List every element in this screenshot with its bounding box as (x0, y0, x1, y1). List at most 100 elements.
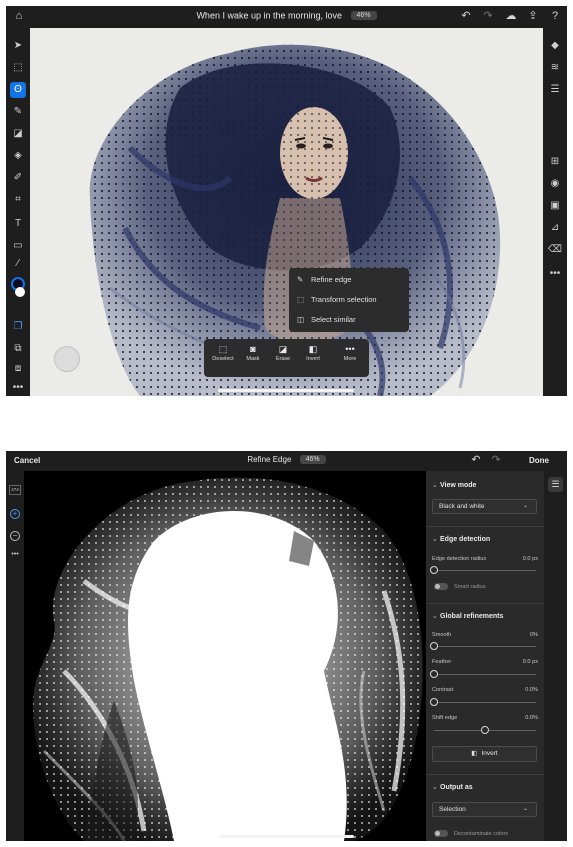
chevron-down-icon: ⌄ (432, 613, 438, 620)
refine-left-toolbar: 474 + − ••• (6, 471, 24, 841)
erase-icon: ◪ (278, 344, 288, 354)
edge-detection-header[interactable]: ⌄ Edge detection (432, 535, 490, 543)
smart-radius-toggle[interactable] (434, 583, 448, 590)
slider-knob[interactable] (481, 726, 489, 734)
touch-shortcut-button[interactable] (54, 346, 80, 372)
refine-edge-screen: Cancel Refine Edge 46% ↶ ↷ Done 474 + − … (6, 451, 567, 841)
clear-icon[interactable]: ⌫ (547, 242, 563, 258)
layers-select-icon[interactable]: ❐ (10, 319, 26, 335)
zoom-badge[interactable]: 46% (299, 455, 326, 465)
shift-edge-label: Shift edge (432, 715, 458, 721)
canvas[interactable]: ✎ Refine edge ⬚ Transform selection ◫ Selec… (30, 28, 543, 396)
refine-edge-title: Refine Edge (247, 455, 292, 464)
chevron-down-icon: ⌄ (522, 503, 528, 509)
right-toolbar: ◆ ≋ ☰ ⊞ ◉ ▣ ⊿ ⌫ ••• (543, 28, 567, 396)
help-icon[interactable]: ? (547, 10, 563, 24)
slider-knob[interactable] (430, 566, 438, 574)
refine-edge-preview[interactable] (24, 471, 426, 841)
context-item-refine-edge[interactable]: ✎ Refine edge (297, 273, 351, 287)
deselect-button[interactable]: ⬚ Deselect (208, 343, 238, 362)
redo-icon[interactable]: ↷ (488, 454, 504, 468)
mask-preview-black-and-white (24, 471, 426, 841)
contrast-label: Contrast (432, 687, 454, 693)
decontaminate-colors-toggle[interactable] (434, 830, 448, 837)
more-icon[interactable]: ••• (8, 551, 22, 558)
slider-knob[interactable] (430, 642, 438, 650)
done-button[interactable]: Done (529, 456, 549, 465)
mask-icon[interactable]: ▣ (547, 198, 563, 214)
invert-button[interactable]: ◧ Invert (298, 343, 328, 362)
contrast-value: 0.0% (525, 687, 538, 693)
type-icon[interactable]: T (10, 216, 26, 232)
context-item-transform-selection[interactable]: ⬚ Transform selection (297, 293, 377, 307)
chevron-down-icon: ⌄ (432, 784, 438, 791)
lasso-icon[interactable]: ʘ (10, 82, 26, 98)
output-as-header[interactable]: ⌄ Output as (432, 783, 473, 791)
share-icon[interactable]: ⇪ (525, 10, 541, 24)
refine-right-toolbar: ☰ (544, 471, 567, 841)
visibility-icon[interactable]: ◉ (547, 176, 563, 192)
slider-knob[interactable] (430, 670, 438, 678)
layer-properties-icon[interactable]: ≋ (547, 60, 563, 76)
more-icon[interactable]: ••• (10, 380, 26, 396)
mask-icon[interactable]: ⧉ (10, 341, 26, 357)
brush-icon[interactable]: ✎ (10, 104, 26, 120)
shift-edge-slider[interactable] (434, 726, 536, 734)
eyedropper-icon[interactable]: ⁄ (10, 256, 26, 272)
smooth-slider[interactable] (430, 642, 536, 650)
subtract-from-refine-icon[interactable]: − (10, 531, 20, 541)
more-icon[interactable]: ••• (547, 266, 563, 282)
stack-icon[interactable]: ⧈ (10, 361, 26, 377)
invert-icon: ◧ (471, 750, 478, 757)
home-indicator (220, 835, 354, 838)
context-item-select-similar[interactable]: ◫ Select similar (297, 313, 356, 327)
home-indicator (218, 389, 354, 392)
invert-icon: ◧ (308, 344, 318, 354)
more-button[interactable]: ••• More (335, 343, 365, 362)
adjustments-icon[interactable]: ☰ (547, 82, 563, 98)
edge-detection-radius-slider[interactable] (430, 566, 536, 574)
smart-radius-label: Smart radius (454, 584, 486, 590)
feather-slider[interactable] (430, 670, 536, 678)
background-color-swatch[interactable] (15, 287, 25, 297)
divider (426, 603, 544, 604)
chevron-down-icon: ⌄ (522, 806, 528, 812)
erase-button[interactable]: ◪ Erase (268, 343, 298, 362)
invert-button[interactable]: ◧ Invert (432, 746, 537, 762)
view-mode-dropdown[interactable]: Black and white ⌄ (432, 499, 537, 514)
mask-button[interactable]: ◙ Mask (238, 343, 268, 362)
redo-icon[interactable]: ↷ (480, 10, 496, 24)
view-mode-header[interactable]: ⌄ View mode (432, 481, 476, 489)
place-image-icon[interactable]: ▭ (10, 238, 26, 254)
edge-detection-radius-label: Edge detection radius (432, 556, 487, 562)
global-refinements-header[interactable]: ⌄ Global refinements (432, 612, 503, 620)
eraser-icon[interactable]: ◪ (10, 126, 26, 142)
undo-icon[interactable]: ↶ (458, 10, 474, 24)
photoshop-main-screen: ⌂ When I wake up in the morning, love 46… (6, 6, 567, 396)
crop-icon[interactable]: ⌗ (10, 192, 26, 208)
decontaminate-colors-label: Decontaminate colors (454, 831, 509, 837)
settings-sliders-icon[interactable]: ☰ (548, 477, 563, 492)
mask-icon: ◙ (250, 344, 256, 354)
add-layer-icon[interactable]: ⊞ (547, 154, 563, 170)
brush-size-badge[interactable]: 474 (9, 485, 21, 495)
document-title[interactable]: When I wake up in the morning, love (196, 11, 342, 21)
adjustment-layer-icon[interactable]: ⊿ (547, 220, 563, 236)
layers-icon[interactable]: ◆ (547, 38, 563, 54)
transform-icon[interactable]: ⬚ (10, 60, 26, 76)
refine-edge-settings-panel: ⌄ View mode Black and white ⌄ ⌄ Edge detec… (426, 471, 544, 841)
move-icon[interactable]: ➤ (10, 38, 26, 54)
fill-icon[interactable]: ◈ (10, 148, 26, 164)
select-similar-icon: ◫ (297, 315, 305, 324)
slider-knob[interactable] (430, 698, 438, 706)
zoom-badge[interactable]: 46% (350, 11, 377, 21)
contrast-slider[interactable] (430, 698, 536, 706)
healing-icon[interactable]: ✐ (10, 170, 26, 186)
output-as-dropdown[interactable]: Selection ⌄ (432, 802, 537, 817)
chevron-down-icon: ⌄ (432, 536, 438, 543)
undo-icon[interactable]: ↶ (468, 454, 484, 468)
smooth-value: 0% (529, 632, 538, 638)
add-to-refine-icon[interactable]: + (10, 509, 20, 519)
cloud-icon[interactable]: ☁ (503, 10, 519, 24)
divider (426, 526, 544, 527)
